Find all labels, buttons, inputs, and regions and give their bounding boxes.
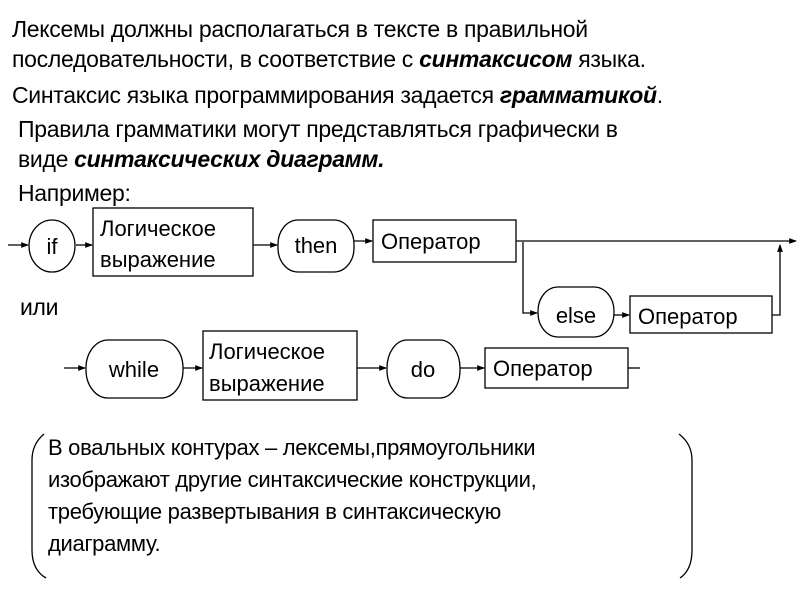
else-branch-path	[522, 242, 538, 316]
condition-label-line1: Логическое	[209, 339, 325, 364]
condition-label-line1: Логическое	[100, 216, 216, 241]
if-token-label: if	[47, 234, 59, 259]
while-token-label: while	[108, 357, 159, 382]
then-token-label: then	[295, 233, 338, 258]
note-line-2: изображают другие синтаксические констру…	[48, 467, 537, 492]
note-text: В овальных контурах – лексемы,прямоуголь…	[48, 432, 537, 560]
statement-label: Оператор	[493, 356, 593, 381]
else-statement-label: Оператор	[638, 304, 738, 329]
condition-label-line2: выражение	[209, 371, 325, 396]
statement-label: Оператор	[381, 229, 481, 254]
note-left-bracket	[31, 433, 47, 579]
note-line-1: В овальных контурах – лексемы,прямоуголь…	[48, 435, 536, 460]
note-line-3: требующие развертывания в синтаксическую	[48, 499, 501, 524]
note-line-4: диаграмму.	[48, 531, 161, 556]
condition-label-line2: выражение	[100, 247, 216, 272]
note-right-bracket	[678, 433, 693, 579]
do-token-label: do	[411, 357, 435, 382]
else-token-label: else	[556, 303, 596, 328]
merge-path	[772, 244, 783, 316]
